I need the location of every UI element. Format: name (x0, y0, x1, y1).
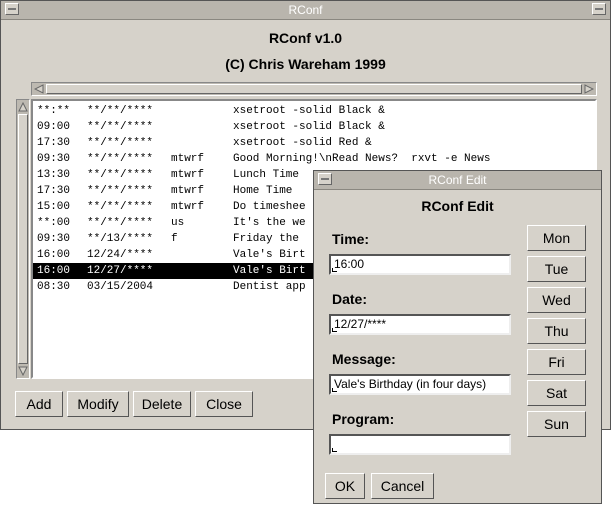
modify-button[interactable]: Modify (67, 391, 129, 417)
entry-days: mtwrf (171, 185, 205, 197)
entry-date: **/**/**** (87, 201, 154, 213)
vertical-scrollbar[interactable] (16, 99, 30, 379)
day-button-thu[interactable]: Thu (527, 318, 586, 344)
entry-time: 09:30 (37, 153, 71, 165)
entry-command: It's the we (233, 217, 306, 229)
window-menu-icon[interactable] (5, 3, 19, 15)
app-heading: RConf v1.0 (268, 30, 343, 46)
text-cursor (332, 448, 337, 452)
list-item[interactable]: 09:00 **/**/**** xsetroot -solid Black & (33, 119, 595, 135)
entry-time: 09:00 (37, 121, 71, 133)
entry-command: Vale's Birt (233, 265, 306, 277)
entry-date: 12/24/**** (87, 249, 154, 261)
date-label: Date: (332, 291, 368, 307)
scroll-down-icon[interactable] (18, 366, 28, 376)
entry-date: **/**/**** (87, 153, 154, 165)
entry-date: **/13/**** (87, 233, 154, 245)
cancel-button[interactable]: Cancel (371, 473, 434, 499)
message-value: Vale's Birthday (in four days) (334, 377, 487, 391)
entry-days: us (171, 217, 185, 229)
day-button-mon[interactable]: Mon (527, 225, 586, 251)
delete-button[interactable]: Delete (133, 391, 191, 417)
entry-command: Friday the (233, 233, 300, 245)
scroll-right-icon[interactable] (584, 84, 594, 94)
message-label: Message: (332, 351, 396, 367)
message-field[interactable]: Vale's Birthday (in four days) (329, 374, 511, 395)
entry-command: xsetroot -solid Red & (233, 137, 372, 149)
entry-command: Good Morning!\nRead News? rxvt -e News (233, 153, 491, 165)
entry-days: f (171, 233, 178, 245)
scroll-left-icon[interactable] (34, 84, 44, 94)
entry-time: 13:30 (37, 169, 71, 181)
program-field[interactable] (329, 434, 511, 455)
entry-time: 17:30 (37, 137, 71, 149)
entry-date: **/**/**** (87, 185, 154, 197)
list-item[interactable]: 17:30 **/**/**** xsetroot -solid Red & (33, 135, 595, 151)
entry-command: Dentist app (233, 281, 306, 293)
entry-time: 08:30 (37, 281, 71, 293)
rconf-edit-dialog: RConf Edit RConf Edit Time: 16:00 Date: … (313, 170, 602, 504)
entry-command: Lunch Time (233, 169, 300, 181)
day-button-wed[interactable]: Wed (527, 287, 586, 313)
entry-time: 15:00 (37, 201, 71, 213)
time-field[interactable]: 16:00 (329, 254, 511, 275)
horizontal-scroll-thumb[interactable] (46, 84, 582, 94)
day-button-tue[interactable]: Tue (527, 256, 586, 282)
date-value: 12/27/**** (334, 317, 387, 331)
entry-time: 16:00 (37, 265, 71, 277)
ok-button[interactable]: OK (325, 473, 365, 499)
entry-command: Do timeshee (233, 201, 306, 213)
minimize-icon[interactable] (592, 3, 606, 15)
entry-date: 12/27/**** (87, 265, 154, 277)
edit-titlebar[interactable]: RConf Edit (314, 171, 601, 190)
entry-date: **/**/**** (87, 105, 154, 117)
list-item[interactable]: 09:30 **/**/**** mtwrf Good Morning!\nRead … (33, 151, 595, 167)
window-title: RConf (288, 3, 323, 17)
horizontal-scrollbar[interactable] (31, 82, 597, 96)
add-button[interactable]: Add (15, 391, 63, 417)
time-label: Time: (332, 231, 370, 247)
text-cursor (332, 268, 337, 272)
entry-days: mtwrf (171, 153, 205, 165)
rconf-titlebar[interactable]: RConf (1, 1, 610, 20)
entry-date: 03/15/2004 (87, 281, 154, 293)
edit-heading: RConf Edit (421, 198, 494, 214)
list-item[interactable]: **:** **/**/**** xsetroot -solid Black & (33, 103, 595, 119)
entry-days: mtwrf (171, 201, 205, 213)
day-button-sun[interactable]: Sun (527, 411, 586, 437)
entry-command: Vale's Birt (233, 249, 306, 261)
entry-command: Home Time (233, 185, 293, 197)
entry-time: **:** (37, 105, 71, 117)
copyright-text: (C) Chris Wareham 1999 (225, 56, 386, 72)
time-value: 16:00 (334, 257, 365, 271)
entry-date: **/**/**** (87, 137, 154, 149)
text-cursor (332, 388, 337, 392)
entry-time: 09:30 (37, 233, 71, 245)
edit-window-menu-icon[interactable] (318, 173, 332, 185)
entry-time: 16:00 (37, 249, 71, 261)
entry-command: xsetroot -solid Black & (233, 121, 385, 133)
entry-time: **:00 (37, 217, 71, 229)
date-field[interactable]: 12/27/**** (329, 314, 511, 335)
entry-command: xsetroot -solid Black & (233, 105, 385, 117)
day-button-fri[interactable]: Fri (527, 349, 586, 375)
entry-date: **/**/**** (87, 121, 154, 133)
edit-window-title: RConf Edit (428, 173, 487, 187)
entry-days: mtwrf (171, 169, 205, 181)
entry-time: 17:30 (37, 185, 71, 197)
vertical-scroll-thumb[interactable] (18, 114, 28, 364)
program-label: Program: (332, 411, 395, 427)
day-button-sat[interactable]: Sat (527, 380, 586, 406)
scroll-up-icon[interactable] (18, 102, 28, 112)
entry-date: **/**/**** (87, 217, 154, 229)
close-button[interactable]: Close (195, 391, 253, 417)
entry-date: **/**/**** (87, 169, 154, 181)
text-cursor (332, 328, 337, 332)
